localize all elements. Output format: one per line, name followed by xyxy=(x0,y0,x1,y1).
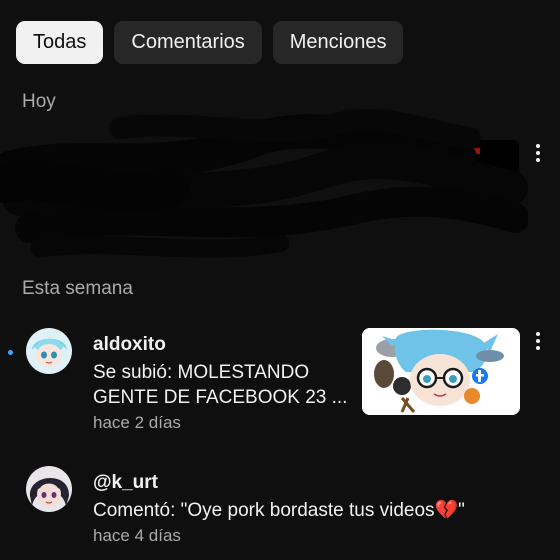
notification-content[interactable]: @k_urt Comentó: "Oye pork bordaste tus v… xyxy=(93,472,523,546)
more-vert-icon[interactable] xyxy=(528,141,548,165)
notification-time: hace 4 días xyxy=(93,526,181,545)
notification-username: @k_urt xyxy=(93,472,158,493)
tab-menciones[interactable]: Menciones xyxy=(272,21,404,64)
thumbnail-image xyxy=(362,328,520,415)
notification-username: aldoxito xyxy=(93,334,166,355)
notification-text-line2: GENTE DE FACEBOOK 23 ... xyxy=(93,387,348,408)
notification-text-line1: Se subió: MOLESTANDO xyxy=(93,362,310,383)
unread-dot xyxy=(8,350,13,355)
section-title-this-week: Esta semana xyxy=(22,278,133,299)
redaction-scribble xyxy=(0,109,528,258)
avatar-image xyxy=(26,466,72,512)
tab-comentarios[interactable]: Comentarios xyxy=(114,21,262,64)
notification-time: hace 2 días xyxy=(93,413,181,432)
notification-text: Comentó: "Oye pork bordaste tus videos💔" xyxy=(93,500,465,521)
avatar-image xyxy=(26,328,72,374)
notification-content[interactable]: aldoxito Se subió: MOLESTANDO GENTE DE F… xyxy=(93,334,355,433)
avatar[interactable] xyxy=(26,328,72,374)
redacted-notification[interactable] xyxy=(0,108,528,268)
filter-chips: Todas Comentarios Menciones xyxy=(16,21,404,64)
avatar[interactable] xyxy=(26,466,72,512)
video-thumbnail[interactable] xyxy=(362,328,520,415)
tab-todas[interactable]: Todas xyxy=(16,21,104,64)
more-vert-icon[interactable] xyxy=(528,329,548,353)
